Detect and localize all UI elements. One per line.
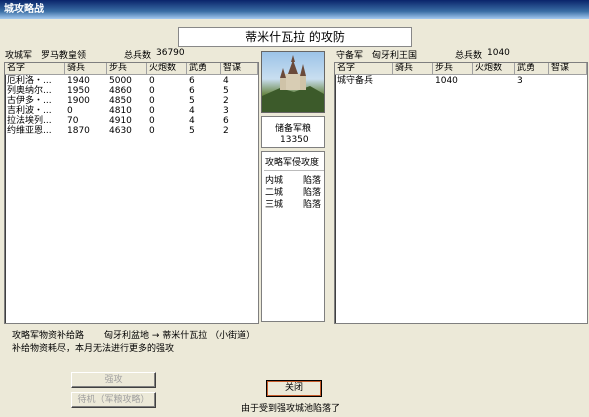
supply-label: 攻略军物资补给路 [12,331,85,341]
cell-strategy: 6 [223,116,229,126]
cell-cannon: 0 [149,96,155,106]
attacker-col-valor[interactable]: 武勇 [187,63,221,75]
table-row[interactable]: 列奥纳尔... 1950 4860 0 6 5 [5,86,258,96]
wait-button[interactable]: 待机（军粮攻略） [71,392,156,408]
reserve-box: 储备军粮 13350 [261,116,325,148]
castle-image [261,51,325,113]
assault-button[interactable]: 强攻 [71,372,156,388]
cell-strategy: 3 [223,106,229,116]
cell-valor: 6 [189,86,195,96]
cell-strategy: 2 [223,96,229,106]
attacker-side-label: 攻城军 [5,51,33,61]
cell-cavalry: 1870 [67,126,90,136]
cell-cavalry: 1950 [67,86,90,96]
defender-col-name[interactable]: 名字 [335,63,393,75]
attacker-unit-list[interactable]: 名字 骑兵 步兵 火炮数 武勇 智谋 厄利洛・... 1940 5000 0 6… [4,62,259,324]
defender-unit-list[interactable]: 名字 骑兵 步兵 火炮数 武勇 智谋 城守备兵 1040 3 [334,62,588,324]
cell-infantry: 4910 [109,116,132,126]
window-title: 城攻略战 [0,0,589,19]
table-row[interactable]: 厄利洛・... 1940 5000 0 6 4 [5,76,258,86]
cell-cannon: 0 [149,76,155,86]
cell-cannon: 0 [149,116,155,126]
cell-infantry: 4810 [109,106,132,116]
siege-banner: 蒂米什瓦拉 的攻防 [178,27,412,47]
attacker-col-cavalry[interactable]: 骑兵 [65,63,107,75]
cell-name: 古伊多・... [7,96,52,106]
cell-valor: 6 [189,76,195,86]
supply-route: 匈牙利盆地 → 蒂米什瓦拉 （小街道） [104,331,256,341]
cell-name: 约维亚恩... [7,126,52,136]
attacker-col-infantry[interactable]: 步兵 [107,63,147,75]
cell-cavalry: 1900 [67,96,90,106]
defender-total-value: 1040 [487,48,510,58]
cell-name: 列奥纳尔... [7,86,52,96]
attacker-col-cannon[interactable]: 火炮数 [147,63,187,75]
table-row[interactable]: 拉法埃列... 70 4910 0 4 6 [5,116,258,126]
attacker-total-label: 总兵数 [124,51,152,61]
attacker-col-strategy[interactable]: 智谋 [221,63,258,75]
close-button[interactable]: 关闭 [266,380,322,397]
attacker-commander: 罗马教皇领 [41,51,87,61]
cell-valor: 3 [517,76,523,86]
supply-message: 补给物资耗尽，本月无法进行更多的强攻 [12,344,175,354]
cell-strategy: 4 [223,76,229,86]
table-row[interactable]: 约维亚恩... 1870 4630 0 5 2 [5,126,258,136]
defender-col-valor[interactable]: 武勇 [515,63,549,75]
defender-commander: 匈牙利王国 [372,51,418,61]
defender-col-cannon[interactable]: 火炮数 [473,63,515,75]
cell-cavalry: 1940 [67,76,90,86]
table-row[interactable]: 城守备兵 1040 3 [335,76,587,86]
cell-valor: 4 [189,106,195,116]
progress-area: 三城 [265,200,284,210]
attacker-col-name[interactable]: 名字 [5,63,65,75]
defender-col-strategy[interactable]: 智谋 [549,63,587,75]
divider [264,170,324,171]
defender-total-label: 总兵数 [455,51,483,61]
cell-infantry: 5000 [109,76,132,86]
progress-box: 攻略军侵攻度 内城 陷落 二城 陷落 三城 陷落 [261,151,325,322]
reserve-label: 储备军粮 [275,124,312,134]
status-text: 由于受到强攻城池陷落了 [241,404,341,414]
cell-infantry: 4630 [109,126,132,136]
table-row[interactable]: 古伊多・... 1900 4850 0 5 2 [5,96,258,106]
progress-status: 陷落 [303,200,322,210]
defender-col-infantry[interactable]: 步兵 [433,63,473,75]
cell-cannon: 0 [149,106,155,116]
cell-strategy: 5 [223,86,229,96]
table-row[interactable]: 吉利波・... 0 4810 0 4 3 [5,106,258,116]
castle-icon [262,55,324,112]
cell-valor: 4 [189,116,195,126]
reserve-value: 13350 [280,135,309,145]
attacker-total-value: 36790 [156,48,185,58]
cell-infantry: 4850 [109,96,132,106]
cell-name: 拉法埃列... [7,116,52,126]
cell-cavalry: 70 [67,116,79,126]
cell-name: 吉利波・... [7,106,52,116]
cell-cavalry: 0 [67,106,73,116]
defender-col-cavalry[interactable]: 骑兵 [393,63,433,75]
progress-title: 攻略军侵攻度 [265,158,320,168]
cell-infantry: 1040 [435,76,458,86]
cell-valor: 5 [189,96,195,106]
siege-window: 城攻略战 蒂米什瓦拉 的攻防 攻城军 罗马教皇领 总兵数 36790 守备军 匈… [0,0,589,417]
cell-infantry: 4860 [109,86,132,96]
cell-cannon: 0 [149,86,155,96]
defender-side-label: 守备军 [336,51,364,61]
cell-name: 城守备兵 [337,76,374,86]
cell-valor: 5 [189,126,195,136]
cell-name: 厄利洛・... [7,76,52,86]
cell-cannon: 0 [149,126,155,136]
cell-strategy: 2 [223,126,229,136]
